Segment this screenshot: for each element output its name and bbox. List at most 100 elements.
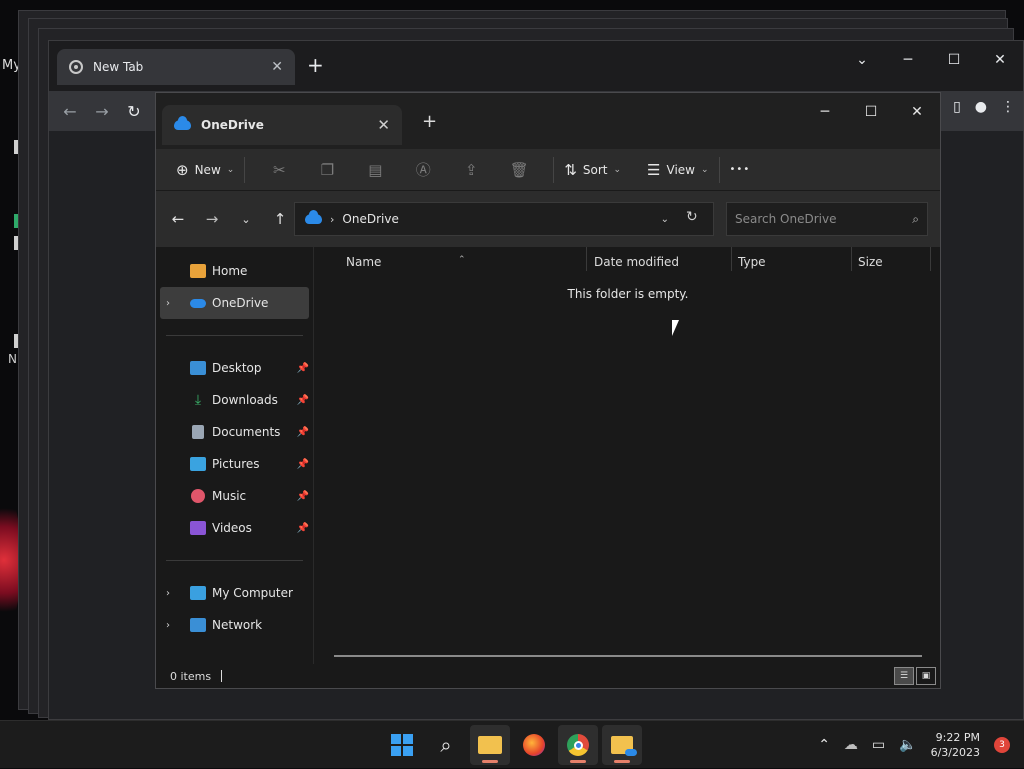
pin-icon[interactable]: 📌 bbox=[297, 523, 309, 534]
tab-search-button[interactable]: ⌄ bbox=[839, 45, 885, 75]
reload-button[interactable]: ↻ bbox=[123, 102, 145, 121]
more-options-button[interactable]: ••• bbox=[730, 164, 751, 175]
refresh-icon[interactable]: ↻ bbox=[686, 209, 698, 225]
sort-button[interactable]: ⇅ Sort ⌄ bbox=[564, 161, 621, 179]
copy-icon[interactable]: ❐ bbox=[303, 161, 351, 179]
column-divider[interactable] bbox=[851, 247, 852, 271]
tiles-view-icon[interactable]: ▣ bbox=[916, 667, 936, 685]
command-bar: ⊕ New ⌄ ✂ ❐ ▤ Ⓐ ⇪ 🗑 ⇅ Sort ⌄ ☰ View ⌄ ••… bbox=[156, 149, 940, 191]
back-button[interactable]: ← bbox=[59, 102, 81, 121]
more-icon: ••• bbox=[729, 164, 751, 175]
start-button[interactable] bbox=[382, 725, 422, 765]
address-bar[interactable]: › OneDrive ⌄ bbox=[294, 202, 714, 236]
side-panel-icon[interactable]: ▯ bbox=[953, 99, 961, 115]
recent-locations-button[interactable]: ⌄ bbox=[236, 213, 256, 226]
nav-item-pictures[interactable]: Pictures 📌 bbox=[156, 448, 313, 480]
delete-icon[interactable]: 🗑 bbox=[495, 161, 543, 179]
details-view-icon[interactable]: ☰ bbox=[894, 667, 914, 685]
forward-button[interactable]: → bbox=[202, 210, 222, 228]
pin-icon[interactable]: 📌 bbox=[297, 427, 309, 438]
chevron-down-icon: ⌄ bbox=[613, 164, 622, 175]
sort-icon: ⇅ bbox=[564, 160, 577, 179]
share-icon[interactable]: ⇪ bbox=[447, 161, 495, 179]
divider bbox=[244, 156, 246, 183]
pin-icon[interactable]: 📌 bbox=[297, 459, 309, 470]
pin-icon[interactable]: 📌 bbox=[297, 363, 309, 374]
maximize-button[interactable]: ☐ bbox=[848, 95, 894, 129]
onedrive-folder-taskbar-button[interactable] bbox=[602, 725, 642, 765]
browser-tab[interactable]: New Tab ✕ bbox=[57, 49, 295, 85]
minimize-button[interactable]: ─ bbox=[885, 45, 931, 75]
search-box[interactable]: ⌕ bbox=[726, 202, 928, 236]
chevron-right-icon[interactable]: › bbox=[166, 588, 180, 599]
new-tab-button[interactable]: + bbox=[307, 53, 324, 77]
status-bar: 0 items ☰ ▣ bbox=[156, 664, 940, 688]
file-explorer-window: OneDrive ✕ + ─ ☐ ✕ ⊕ New ⌄ ✂ ❐ ▤ Ⓐ ⇪ 🗑 ⇅… bbox=[155, 92, 941, 689]
nav-item-music[interactable]: Music 📌 bbox=[156, 480, 313, 512]
view-button[interactable]: ☰ View ⌄ bbox=[647, 161, 708, 179]
column-header-type[interactable]: Type bbox=[738, 255, 766, 269]
paste-icon[interactable]: ▤ bbox=[351, 161, 399, 179]
volume-icon[interactable]: 🔈 bbox=[899, 737, 916, 753]
address-path[interactable]: OneDrive bbox=[342, 212, 398, 226]
cut-icon[interactable]: ✂ bbox=[255, 161, 303, 179]
column-header-size[interactable]: Size bbox=[858, 255, 883, 269]
nav-item-my-computer[interactable]: › My Computer bbox=[156, 577, 313, 609]
nav-item-desktop[interactable]: Desktop 📌 bbox=[156, 352, 313, 384]
horizontal-scrollbar[interactable] bbox=[334, 655, 922, 657]
item-count: 0 items bbox=[170, 669, 212, 683]
new-tab-button[interactable]: + bbox=[422, 111, 437, 132]
search-button[interactable]: ⌕ bbox=[426, 725, 466, 765]
nav-item-documents[interactable]: Documents 📌 bbox=[156, 416, 313, 448]
clock[interactable]: 9:22 PM 6/3/2023 bbox=[931, 730, 980, 760]
firefox-taskbar-button[interactable] bbox=[514, 725, 554, 765]
explorer-tab[interactable]: OneDrive ✕ bbox=[162, 105, 402, 145]
new-button[interactable]: ⊕ New ⌄ bbox=[176, 161, 234, 179]
documents-icon bbox=[192, 425, 204, 439]
pin-icon[interactable]: 📌 bbox=[297, 395, 309, 406]
minimize-button[interactable]: ─ bbox=[802, 95, 848, 129]
chevron-up-icon[interactable]: ⌃ bbox=[818, 737, 830, 753]
chevron-right-icon[interactable]: › bbox=[166, 620, 180, 631]
column-header-date-modified[interactable]: Date modified bbox=[594, 255, 679, 269]
running-indicator bbox=[570, 760, 586, 763]
chevron-down-icon[interactable]: ⌄ bbox=[661, 214, 669, 225]
close-window-button[interactable]: ✕ bbox=[894, 95, 940, 129]
nav-item-home[interactable]: Home bbox=[156, 255, 313, 287]
file-explorer-taskbar-button[interactable] bbox=[470, 725, 510, 765]
search-input[interactable] bbox=[735, 212, 913, 226]
videos-icon bbox=[190, 521, 206, 535]
close-icon[interactable]: ✕ bbox=[377, 116, 390, 134]
chrome-taskbar-button[interactable] bbox=[558, 725, 598, 765]
menu-icon[interactable]: ⋮ bbox=[1001, 99, 1015, 115]
onedrive-status-icon[interactable]: ☁ bbox=[844, 737, 858, 753]
nav-item-label: My Computer bbox=[212, 586, 293, 600]
nav-item-onedrive[interactable]: › OneDrive bbox=[160, 287, 309, 319]
rename-icon[interactable]: Ⓐ bbox=[399, 159, 447, 180]
nav-item-network[interactable]: › Network bbox=[156, 609, 313, 641]
chevron-right-icon[interactable]: › bbox=[166, 298, 180, 309]
search-icon[interactable]: ⌕ bbox=[912, 212, 919, 227]
column-header-name[interactable]: Name bbox=[346, 255, 381, 269]
empty-folder-message: This folder is empty. bbox=[567, 287, 689, 301]
close-icon[interactable]: ✕ bbox=[271, 59, 283, 75]
close-window-button[interactable]: ✕ bbox=[977, 45, 1023, 75]
nav-item-videos[interactable]: Videos 📌 bbox=[156, 512, 313, 544]
file-list: ⌃ Name Date modified Type Size This fold… bbox=[316, 247, 940, 664]
up-button[interactable]: ↑ bbox=[270, 210, 290, 228]
network-icon[interactable]: ▭ bbox=[872, 737, 885, 753]
nav-item-downloads[interactable]: ⤓ Downloads 📌 bbox=[156, 384, 313, 416]
column-divider[interactable] bbox=[586, 247, 587, 271]
column-divider[interactable] bbox=[930, 247, 931, 271]
column-divider[interactable] bbox=[731, 247, 732, 271]
navigation-pane: Home › OneDrive Desktop 📌 ⤓ Downloads 📌 bbox=[156, 247, 314, 664]
profile-icon[interactable]: ● bbox=[975, 99, 987, 115]
notification-badge[interactable]: 3 bbox=[994, 737, 1010, 753]
forward-button[interactable]: → bbox=[91, 102, 113, 121]
back-button[interactable]: ← bbox=[168, 210, 188, 228]
desktop-icon-label[interactable]: N bbox=[8, 352, 17, 366]
pin-icon[interactable]: 📌 bbox=[297, 491, 309, 502]
maximize-button[interactable]: ☐ bbox=[931, 45, 977, 75]
new-button-label: New bbox=[194, 162, 221, 177]
browser-toolbar-right: ▯ ● ⋮ bbox=[953, 99, 1015, 115]
